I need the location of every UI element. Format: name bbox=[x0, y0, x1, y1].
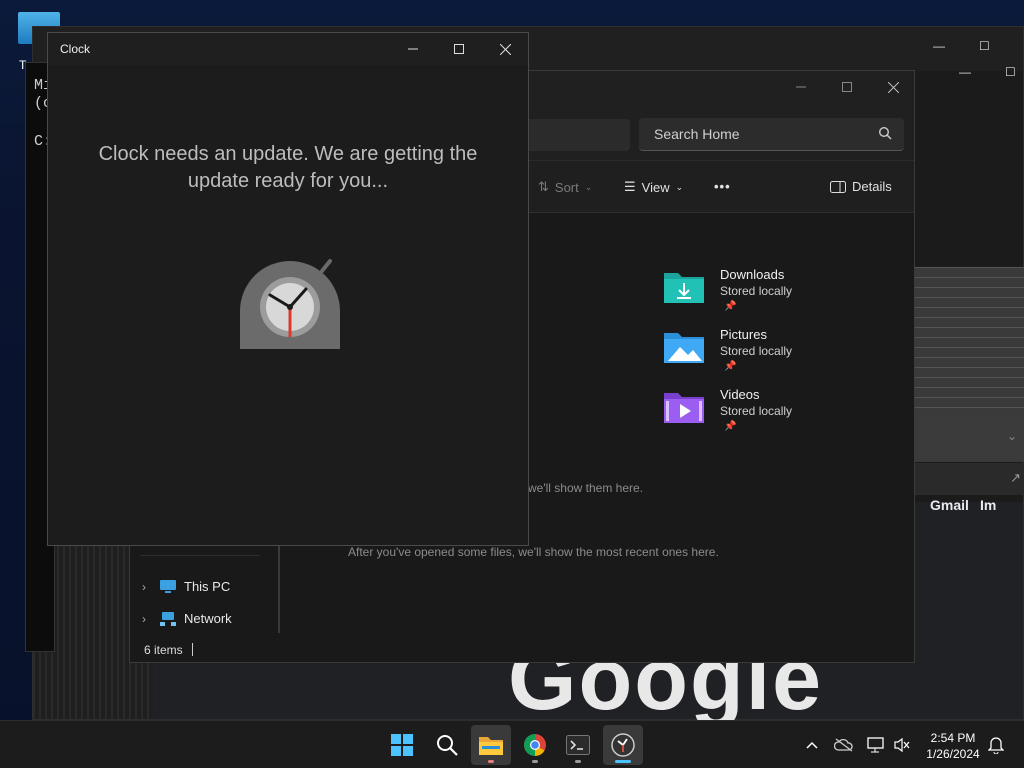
minimize-icon bbox=[408, 48, 418, 50]
minimize-icon[interactable]: — bbox=[959, 65, 971, 79]
sort-label: Sort bbox=[554, 179, 579, 195]
quick-access-status: Stored locally bbox=[720, 284, 793, 298]
maximize-icon bbox=[842, 82, 852, 92]
close-icon bbox=[499, 43, 511, 55]
details-pane-icon bbox=[830, 180, 846, 193]
minimize-button[interactable] bbox=[778, 71, 824, 103]
start-icon bbox=[391, 734, 413, 756]
taskbar-file-explorer[interactable] bbox=[471, 725, 511, 765]
clock-titlebar[interactable]: Clock bbox=[48, 33, 528, 65]
quick-access-status: Stored locally bbox=[720, 404, 793, 418]
network-icon bbox=[160, 611, 176, 626]
quick-access-item-downloads[interactable]: Downloads Stored locally 📌 bbox=[662, 267, 792, 312]
tray-date: 1/26/2024 bbox=[926, 747, 980, 761]
file-explorer-icon bbox=[479, 737, 503, 755]
sort-icon: ⇅ bbox=[538, 179, 549, 194]
running-indicator bbox=[575, 760, 581, 763]
start-button[interactable] bbox=[382, 725, 422, 765]
status-bar: 6 items bbox=[130, 638, 914, 662]
downloads-folder-icon bbox=[664, 273, 704, 303]
taskbar-search-button[interactable] bbox=[427, 725, 467, 765]
close-button[interactable] bbox=[870, 71, 916, 103]
window-title: Clock bbox=[60, 42, 91, 56]
minimize-icon[interactable]: — bbox=[933, 39, 945, 53]
running-indicator bbox=[488, 760, 494, 763]
this-pc-icon bbox=[160, 579, 176, 593]
volume-muted-icon[interactable] bbox=[892, 735, 912, 755]
chevron-right-icon[interactable]: › bbox=[142, 580, 152, 594]
taskbar-chrome[interactable] bbox=[515, 725, 555, 765]
details-label: Details bbox=[852, 179, 892, 194]
running-indicator bbox=[532, 760, 538, 763]
chevron-down-icon: ⌄ bbox=[1006, 429, 1017, 443]
minimize-icon bbox=[796, 86, 806, 88]
nav-item-this-pc[interactable]: › This PC bbox=[142, 579, 230, 594]
search-icon bbox=[878, 126, 892, 140]
terminal-icon bbox=[566, 735, 590, 755]
pin-icon: 📌 bbox=[724, 301, 737, 312]
details-button[interactable]: Details bbox=[830, 179, 892, 194]
nav-label: Network bbox=[184, 611, 232, 626]
network-status-icon[interactable] bbox=[866, 735, 886, 755]
more-options-button[interactable]: ••• bbox=[714, 179, 731, 194]
minimize-button[interactable] bbox=[390, 33, 436, 65]
favorites-empty-message: we'll show them here. bbox=[528, 481, 644, 495]
view-icon: ☰ bbox=[624, 179, 636, 194]
nav-label: This PC bbox=[184, 579, 231, 594]
quick-access-status: Stored locally bbox=[720, 344, 793, 358]
chrome-icon bbox=[524, 734, 546, 756]
maximize-button[interactable] bbox=[436, 33, 482, 65]
pictures-folder-icon bbox=[664, 333, 704, 363]
status-divider bbox=[192, 643, 193, 656]
close-icon bbox=[887, 81, 899, 93]
quick-access-name: Videos bbox=[720, 387, 760, 402]
system-clock[interactable]: 2:54 PM 1/26/2024 bbox=[918, 730, 988, 762]
onedrive-offline-icon[interactable] bbox=[834, 735, 854, 755]
share-icon[interactable]: ↗ bbox=[1010, 470, 1021, 486]
chevron-up-icon[interactable] bbox=[802, 735, 822, 755]
maximize-icon bbox=[454, 44, 464, 54]
taskbar: 2:54 PM 1/26/2024 bbox=[0, 720, 1024, 768]
update-message: Clock needs an update. We are getting th… bbox=[98, 143, 478, 192]
recent-empty-message: After you've opened some files, we'll sh… bbox=[348, 545, 719, 559]
quick-access-name: Pictures bbox=[720, 327, 767, 342]
maximize-button[interactable] bbox=[824, 71, 870, 103]
pane-splitter[interactable] bbox=[278, 533, 280, 633]
maximize-icon[interactable]: ☐ bbox=[1005, 65, 1016, 79]
maximize-icon[interactable]: ☐ bbox=[979, 39, 990, 53]
active-indicator bbox=[615, 760, 631, 763]
taskbar-terminal[interactable] bbox=[558, 725, 598, 765]
videos-folder-icon bbox=[664, 393, 704, 423]
notification-bell-icon[interactable] bbox=[986, 735, 1006, 755]
chevron-right-icon[interactable]: › bbox=[142, 612, 152, 626]
images-link[interactable]: Im bbox=[980, 497, 996, 513]
clock-app-icon bbox=[240, 259, 340, 349]
view-button[interactable]: ☰ View ⌄ bbox=[624, 179, 683, 195]
nav-item-network[interactable]: › Network bbox=[142, 611, 232, 626]
sort-button[interactable]: ⇅ Sort ⌄ bbox=[538, 179, 592, 195]
close-button[interactable] bbox=[482, 33, 528, 65]
chevron-down-icon: ⌄ bbox=[584, 181, 593, 192]
browser-share-bar: ↗ bbox=[913, 463, 1024, 495]
quick-access-name: Downloads bbox=[720, 267, 785, 282]
tray-time: 2:54 PM bbox=[930, 731, 976, 745]
pin-icon: 📌 bbox=[724, 421, 737, 432]
clock-app-icon bbox=[611, 733, 635, 757]
taskbar-clock-app[interactable] bbox=[603, 725, 643, 765]
search-input[interactable]: Search Home bbox=[639, 118, 904, 151]
gmail-link[interactable]: Gmail bbox=[930, 497, 969, 513]
pin-icon: 📌 bbox=[724, 361, 737, 372]
search-icon bbox=[437, 735, 458, 756]
chevron-down-icon: ⌄ bbox=[675, 181, 684, 192]
clock-app-window: Clock Clock needs an update. We are gett… bbox=[47, 32, 529, 546]
item-count: 6 items bbox=[144, 643, 183, 657]
search-placeholder: Search Home bbox=[654, 126, 740, 142]
view-label: View bbox=[641, 179, 670, 195]
browser-dropdown[interactable]: ⌄ bbox=[913, 417, 1024, 459]
quick-access-item-pictures[interactable]: Pictures Stored locally 📌 bbox=[662, 327, 792, 372]
nav-separator bbox=[140, 555, 260, 556]
quick-access-item-videos[interactable]: Videos Stored locally 📌 bbox=[662, 387, 792, 432]
